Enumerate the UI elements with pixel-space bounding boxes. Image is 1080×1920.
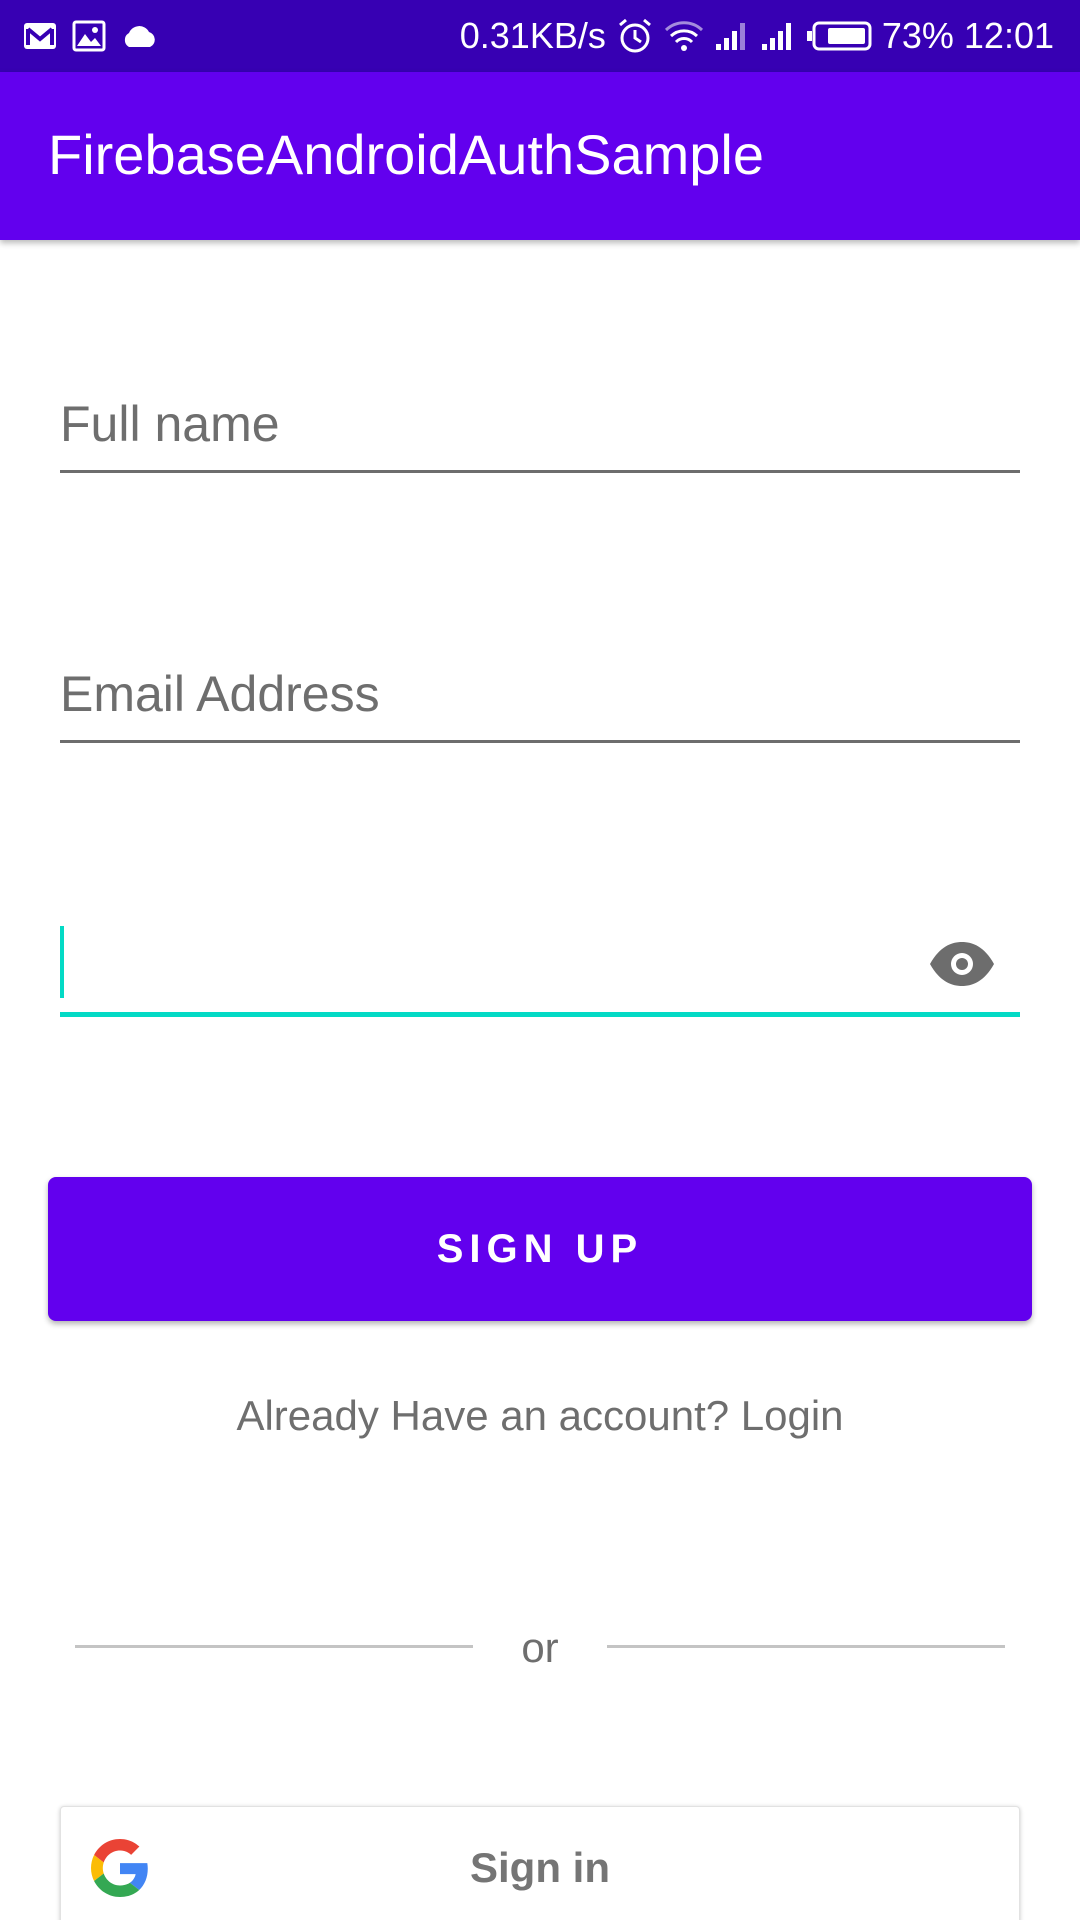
signal-icon xyxy=(760,20,796,52)
password-visibility-toggle[interactable] xyxy=(928,940,996,993)
app-bar: FirebaseAndroidAuthSample xyxy=(0,72,1080,240)
password-underline xyxy=(60,1012,1020,1017)
signup-screen: 0.31KB/s 73% 12:01 FirebaseAndroidAuthSa… xyxy=(0,0,1080,1920)
password-field[interactable] xyxy=(60,926,1020,1018)
google-signin-label: Sign in xyxy=(470,1844,610,1891)
divider-line-right xyxy=(607,1645,1005,1648)
signal-icon xyxy=(714,20,750,52)
full-name-underline xyxy=(60,470,1020,473)
divider-line-left xyxy=(75,1645,473,1648)
signup-button[interactable]: SIGN UP xyxy=(48,1177,1032,1321)
gmail-icon xyxy=(22,21,58,51)
signup-label: SIGN UP xyxy=(436,1226,644,1271)
wifi-icon xyxy=(664,19,704,53)
system-indicators: 0.31KB/s 73% 12:01 xyxy=(460,14,1054,58)
text-cursor xyxy=(60,926,64,998)
email-placeholder: Email Address xyxy=(60,666,380,722)
google-signin-button[interactable]: Sign in xyxy=(60,1806,1020,1920)
full-name-placeholder: Full name xyxy=(60,396,280,452)
battery-icon xyxy=(806,21,872,51)
clock: 12:01 xyxy=(963,15,1054,56)
battery-percent: 73% xyxy=(881,15,954,56)
alarm-icon xyxy=(616,17,654,55)
cloud-icon xyxy=(120,23,158,49)
full-name-field[interactable]: Full name xyxy=(60,390,1020,474)
network-speed: 0.31KB/s xyxy=(459,15,606,56)
status-bar: 0.31KB/s 73% 12:01 xyxy=(0,0,1080,72)
email-underline xyxy=(60,740,1020,743)
eye-icon xyxy=(928,940,996,993)
divider-text: or xyxy=(521,1624,559,1671)
gallery-icon xyxy=(72,20,106,52)
login-link[interactable]: Already Have an account? Login xyxy=(0,1388,1080,1444)
notification-icons xyxy=(22,18,158,54)
email-field[interactable]: Email Address xyxy=(60,660,1020,744)
app-title: FirebaseAndroidAuthSample xyxy=(48,123,764,186)
